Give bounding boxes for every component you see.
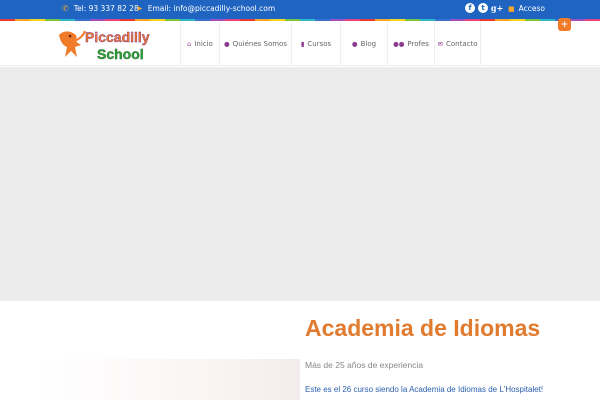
nav-label: Quiénes Somos xyxy=(232,39,287,48)
email-text: Email: info@piccadilly-school.com xyxy=(147,4,276,13)
nav-label: Profes xyxy=(407,39,429,48)
lock-icon: ■ xyxy=(508,4,515,13)
section-subtitle: Más de 25 años de experiencia xyxy=(305,360,424,370)
book-icon: ▮ xyxy=(300,39,305,48)
users-icon: ●● xyxy=(393,39,405,48)
nav-label: Cursos xyxy=(307,39,332,48)
site-logo[interactable]: Piccadilly School xyxy=(55,27,175,63)
send-icon: ➤ xyxy=(136,3,143,13)
email-contact[interactable]: ➤ Email: info@piccadilly-school.com xyxy=(136,4,275,13)
nav-label: Inicio xyxy=(194,39,213,48)
nav-item-inicio[interactable]: ⌂ Inicio xyxy=(180,21,219,66)
facebook-icon[interactable]: f xyxy=(465,3,475,13)
nav-item-profes[interactable]: ●● Profes xyxy=(387,21,434,66)
nav-item-contacto[interactable]: ✉ Contacto xyxy=(434,21,481,66)
main-nav: ⌂ Inicio ● Quiénes Somos ▮ Cursos ● Blog… xyxy=(180,21,481,66)
logo-text-line2: School xyxy=(97,46,144,62)
phone-icon: ✆ xyxy=(62,3,69,13)
section-title: Academia de Idiomas xyxy=(305,315,541,341)
mascot-icon xyxy=(59,30,86,57)
home-icon: ⌂ xyxy=(187,39,192,48)
nav-item-cursos[interactable]: ▮ Cursos xyxy=(291,21,340,66)
students-photo xyxy=(40,359,300,400)
nav-label: Blog xyxy=(360,39,377,48)
social-links: f t g+ xyxy=(465,3,503,13)
twitter-icon[interactable]: t xyxy=(478,3,488,13)
user-icon: ● xyxy=(224,39,230,48)
logo-graphic: Piccadilly School xyxy=(59,29,150,62)
login-label: Acceso xyxy=(518,4,545,13)
intro-section: Academia de Idiomas Más de 25 años de ex… xyxy=(0,301,600,400)
section-text: Este es el 26 curso siendo la Academia d… xyxy=(305,385,544,394)
login-link[interactable]: ■ Acceso xyxy=(508,4,545,13)
nav-item-quienes-somos[interactable]: ● Quiénes Somos xyxy=(219,21,291,66)
logo-text-line1: Piccadilly xyxy=(85,29,150,45)
phone-text: Tel: 93 337 82 28 xyxy=(73,4,139,13)
hero-slider xyxy=(0,67,600,301)
site-header: Piccadilly School ⌂ Inicio ● Quiénes Som… xyxy=(0,21,600,66)
envelope-icon: ✉ xyxy=(437,39,443,48)
top-bar: ✆ Tel: 93 337 82 28 ➤ Email: info@piccad… xyxy=(0,0,600,19)
nav-item-blog[interactable]: ● Blog xyxy=(340,21,387,66)
nav-label: Contacto xyxy=(445,39,478,48)
plus-toggle-button[interactable]: + xyxy=(558,18,571,31)
google-plus-icon[interactable]: g+ xyxy=(491,3,503,13)
phone-contact[interactable]: ✆ Tel: 93 337 82 28 xyxy=(62,4,139,13)
user-icon: ● xyxy=(351,39,358,48)
